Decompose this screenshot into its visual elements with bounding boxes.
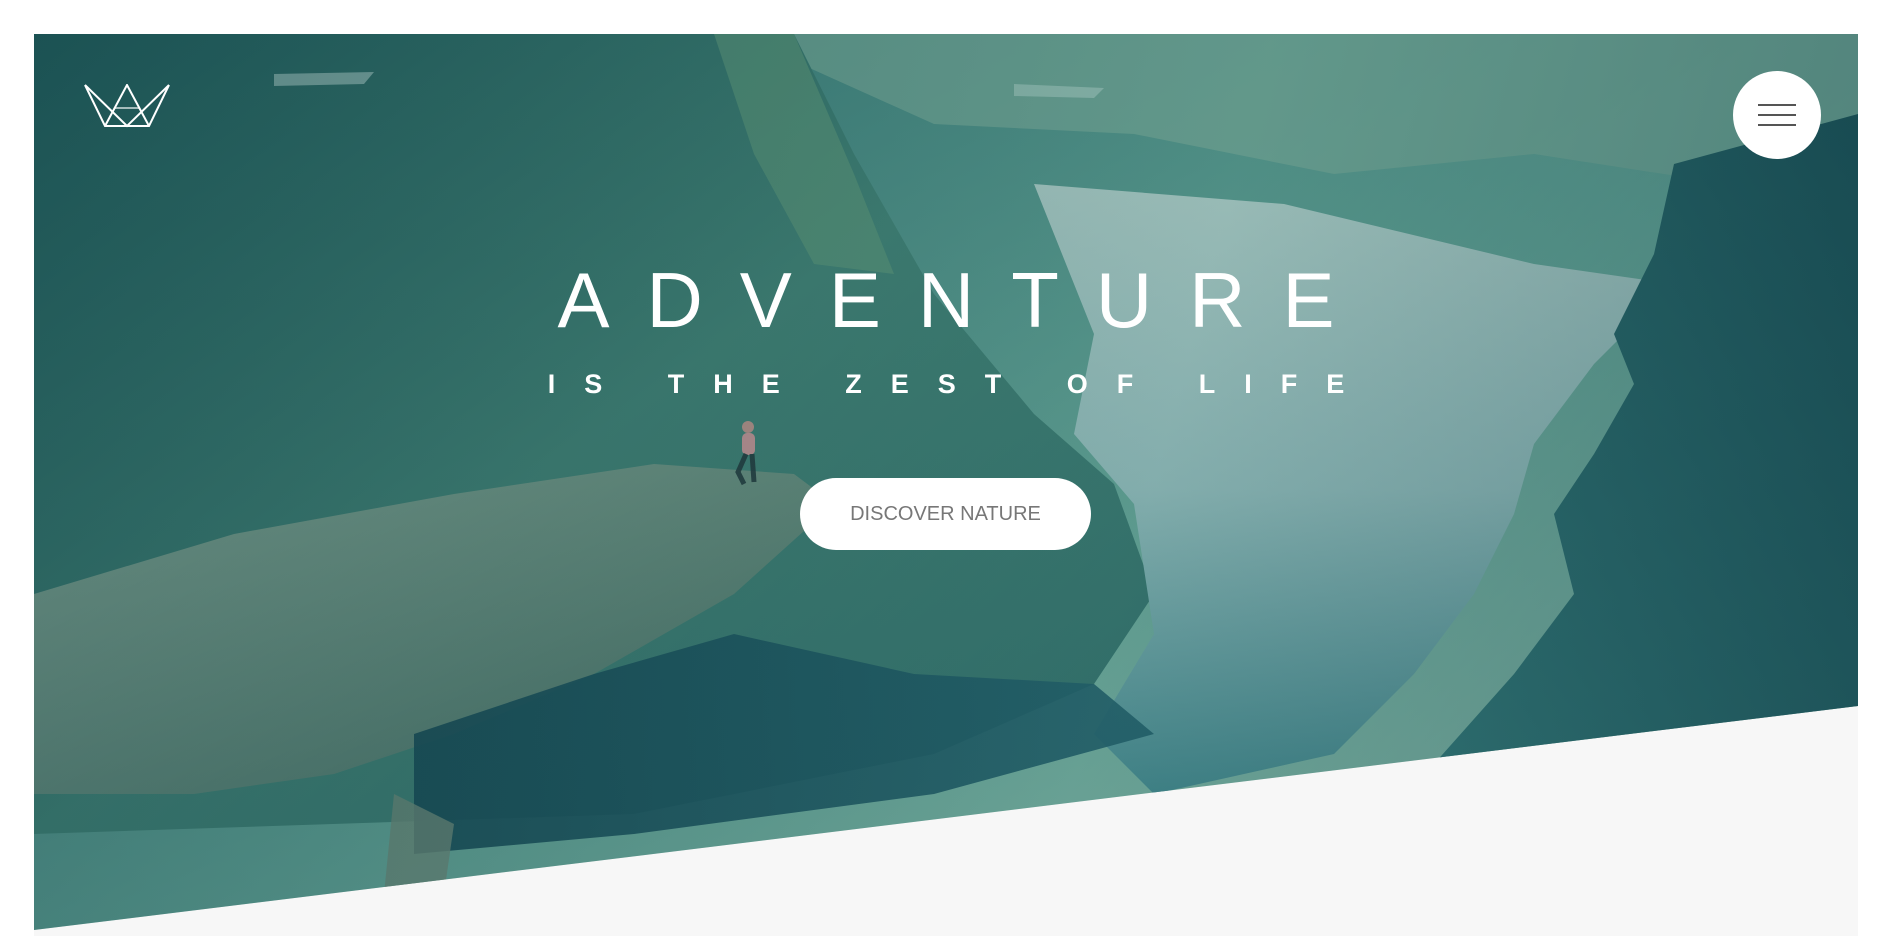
hamburger-menu-icon <box>1758 104 1796 126</box>
discover-nature-button-label: DISCOVER NATURE <box>850 502 1041 525</box>
hero-title: ADVENTURE <box>557 256 1372 344</box>
crown-icon[interactable] <box>84 82 170 128</box>
discover-nature-button[interactable]: DISCOVER NATURE <box>800 478 1091 550</box>
hero-subtitle: IS THE ZEST OF LIFE <box>547 369 1374 399</box>
menu-button[interactable] <box>1733 71 1821 159</box>
